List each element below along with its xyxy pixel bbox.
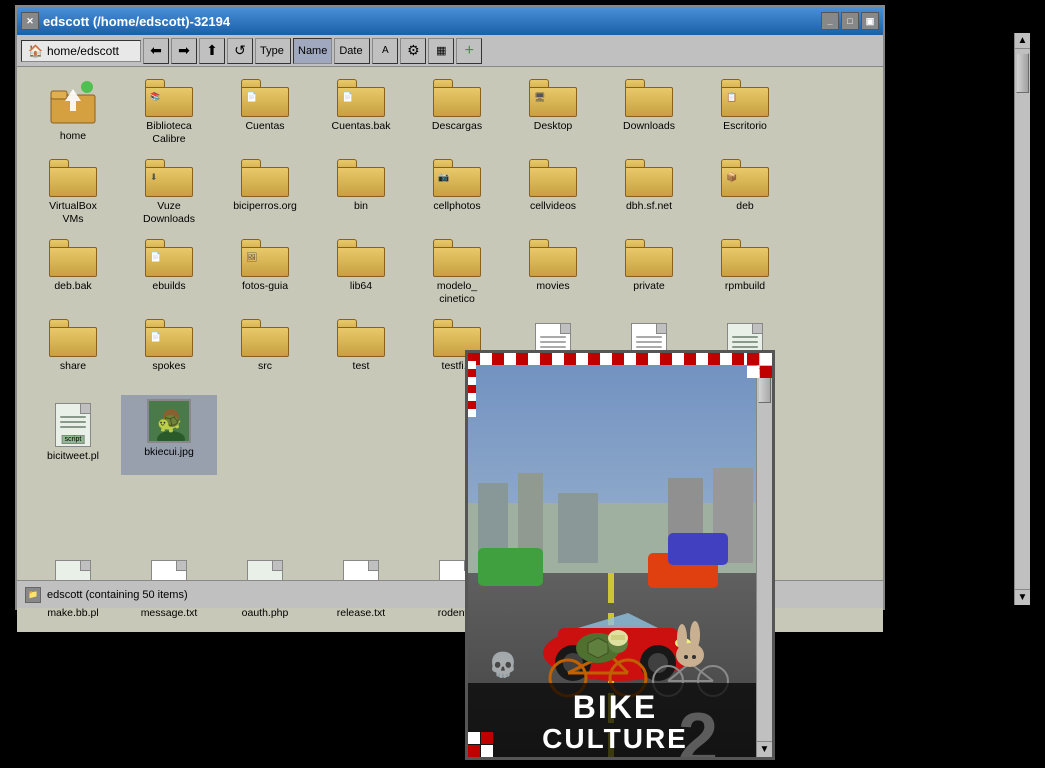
file-name: VuzeDownloads [143,200,195,225]
list-item[interactable]: dbh.sf.net [601,155,697,235]
image-preview-popup: BIKE CULTURE 2 [465,350,775,760]
list-item[interactable]: VirtualBoxVMs [25,155,121,235]
file-name: src [258,360,272,373]
window-title: edscott (/home/edscott)-32194 [43,14,230,29]
list-item[interactable]: home [25,75,121,155]
minimize-button[interactable]: _ [821,12,839,30]
file-name: cellphotos [433,200,480,213]
file-name: test [353,360,370,373]
svg-text:BIKE: BIKE [573,689,657,725]
list-item[interactable]: 🐢 bkiecui.jpg [121,395,217,475]
list-item[interactable]: rpmbuild [697,235,793,315]
maximize-button[interactable]: □ [841,12,859,30]
list-item[interactable]: 📋 Escritorio [697,75,793,155]
list-item[interactable]: src [217,315,313,395]
list-item[interactable]: share [25,315,121,395]
close-button[interactable]: ✕ [21,12,39,30]
file-name: fotos-guia [242,280,288,293]
file-name: VirtualBoxVMs [49,200,97,225]
restore-button[interactable]: ▣ [861,12,879,30]
list-item[interactable]: 📦 deb [697,155,793,235]
svg-text:2: 2 [678,699,718,760]
file-name: dbh.sf.net [626,200,672,213]
list-item[interactable]: 📄 Cuentas.bak [313,75,409,155]
preview-image: BIKE CULTURE 2 [468,353,762,760]
file-name: spokes [152,360,185,373]
date-button[interactable]: Date [334,38,370,64]
file-name: bin [354,200,368,213]
list-item[interactable]: test [313,315,409,395]
file-name: share [60,360,86,373]
nav-forward-button[interactable]: ➡ [171,38,197,64]
list-item[interactable]: 📷 cellphotos [409,155,505,235]
list-item[interactable]: 📚 BibliotecaCalibre [121,75,217,155]
file-name: deb.bak [54,280,91,293]
file-name: lib64 [350,280,372,293]
refresh-button[interactable]: ↺ [227,38,253,64]
file-name: release.txt [337,607,385,620]
file-name: rpmbuild [725,280,765,293]
title-bar: ✕ edscott (/home/edscott)-32194 _ □ ▣ [17,7,883,35]
list-item[interactable]: modelo_cinetico [409,235,505,315]
list-item[interactable]: 🖥 Desktop [505,75,601,155]
file-name: Descargas [432,120,482,133]
status-icon: 📁 [25,587,41,603]
list-item[interactable]: biciperros.org [217,155,313,235]
file-name: movies [536,280,569,293]
list-item[interactable]: private [601,235,697,315]
file-name: biciperros.org [233,200,297,213]
file-name: Cuentas [245,120,284,133]
file-name: cellvideos [530,200,576,213]
list-item[interactable]: Descargas [409,75,505,155]
file-name: Desktop [534,120,573,133]
list-item[interactable]: 📄 ebuilds [121,235,217,315]
list-item[interactable]: 📄 Cuentas [217,75,313,155]
add-button[interactable]: + [456,38,482,64]
file-name: modelo_cinetico [437,280,477,305]
list-item[interactable]: bin [313,155,409,235]
file-name: message.txt [141,607,198,620]
location-text: home/edscott [47,44,119,58]
file-name: ebuilds [152,280,185,293]
svg-text:🐢: 🐢 [157,412,182,434]
list-item[interactable]: script bicitweet.pl [25,395,121,475]
file-name: private [633,280,665,293]
list-item[interactable]: movies [505,235,601,315]
file-name: bkiecui.jpg [144,446,194,459]
list-item[interactable]: deb.bak [25,235,121,315]
list-item[interactable]: ⬇ VuzeDownloads [121,155,217,235]
file-name: bicitweet.pl [47,450,99,463]
list-item[interactable]: lib64 [313,235,409,315]
list-item[interactable]: Downloads [601,75,697,155]
file-name: deb [736,200,754,213]
nav-back-button[interactable]: ⬅ [143,38,169,64]
view-btn-1[interactable]: A [372,38,398,64]
list-item[interactable]: cellvideos [505,155,601,235]
file-name: home [60,130,86,143]
file-name: oauth.php [242,607,289,620]
list-item[interactable]: 🖼 fotos-guia [217,235,313,315]
file-name: make.bb.pl [47,607,98,620]
status-text: edscott (containing 50 items) [47,589,188,601]
file-name: Escritorio [723,120,767,133]
svg-text:CULTURE: CULTURE [542,723,688,754]
location-bar[interactable]: 🏠 home/edscott [21,40,141,62]
name-button[interactable]: Name [293,38,332,64]
sort-button[interactable]: ⚙ [400,38,426,64]
toolbar: 🏠 home/edscott ⬅ ➡ ⬆ ↺ Type Name Date A … [17,35,883,67]
list-item[interactable]: 📄 spokes [121,315,217,395]
view-btn-2[interactable]: ▦ [428,38,454,64]
file-name: BibliotecaCalibre [146,120,192,145]
svg-text:💀: 💀 [488,651,518,679]
nav-up-button[interactable]: ⬆ [199,38,225,64]
file-name: Cuentas.bak [332,120,391,133]
type-button[interactable]: Type [255,38,291,64]
file-name: Downloads [623,120,675,133]
